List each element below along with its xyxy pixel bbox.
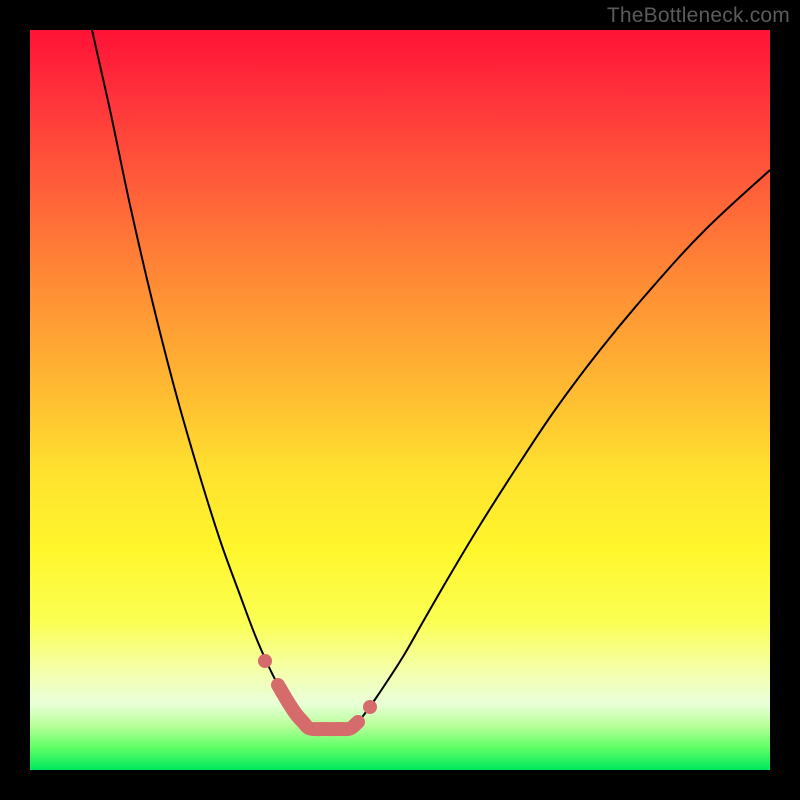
valley-dot-right [363, 700, 377, 714]
valley-dot-left [258, 654, 272, 668]
chart-plot-area [30, 30, 770, 770]
v-curve-line [92, 30, 770, 729]
valley-marker-line [278, 685, 358, 729]
chart-frame: TheBottleneck.com [0, 0, 800, 800]
watermark-text: TheBottleneck.com [607, 4, 790, 28]
chart-svg [30, 30, 770, 770]
